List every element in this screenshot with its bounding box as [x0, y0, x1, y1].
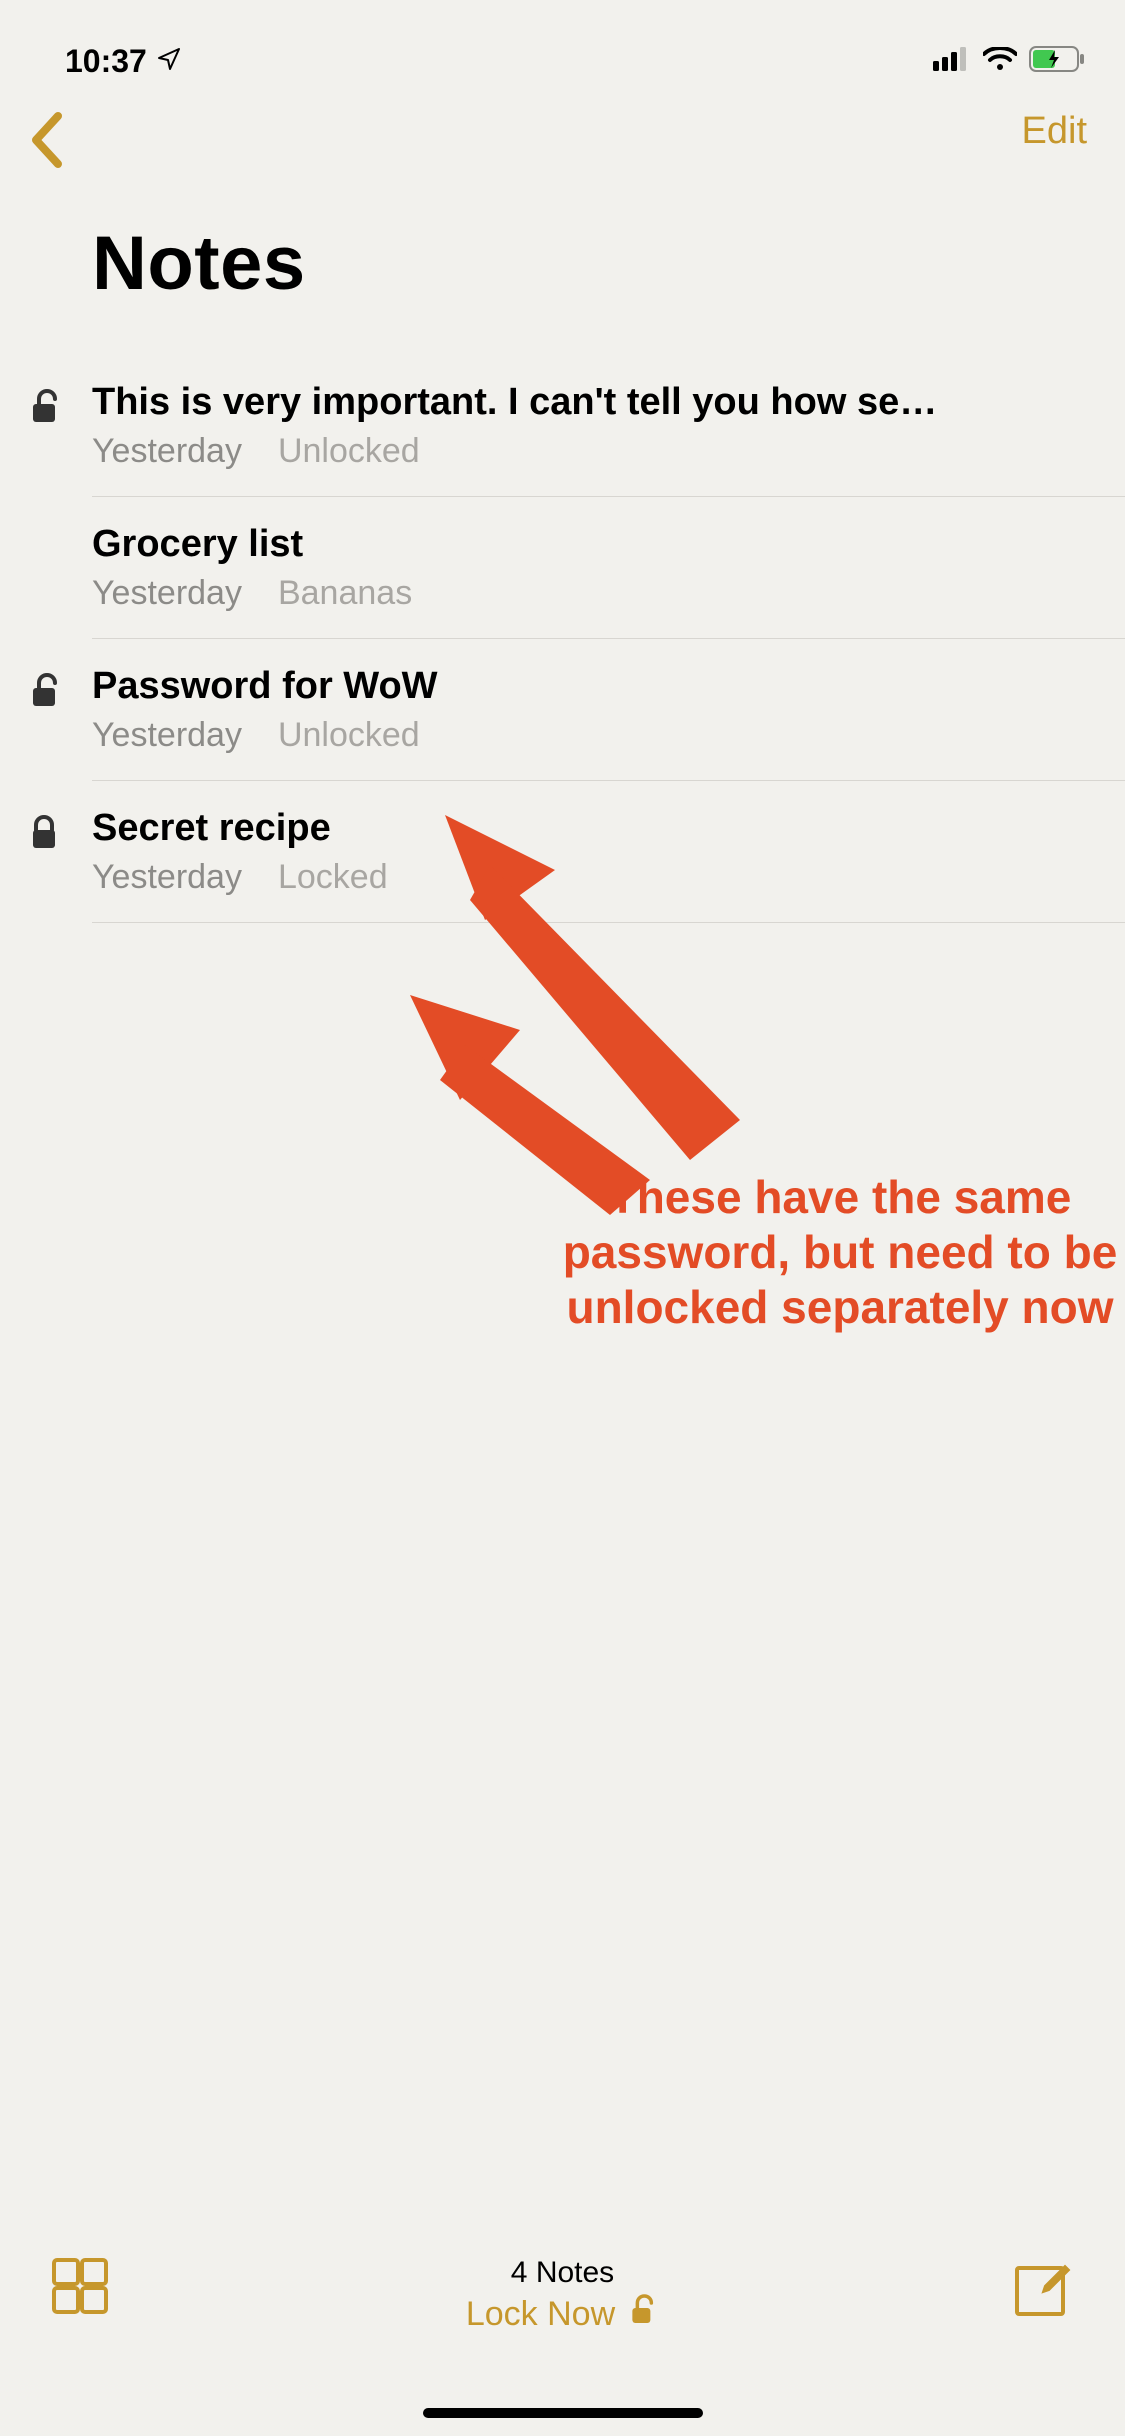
note-title: This is very important. I can't tell you… [92, 381, 1095, 424]
bottom-toolbar: 4 Notes Lock Now [0, 2236, 1125, 2436]
home-indicator[interactable] [423, 2408, 703, 2418]
unlocked-icon [30, 673, 64, 714]
note-title: Grocery list [92, 523, 1095, 566]
note-row[interactable]: This is very important. I can't tell you… [0, 355, 1125, 497]
location-icon [157, 47, 181, 76]
note-date: Yesterday [92, 858, 242, 897]
note-date: Yesterday [92, 574, 242, 613]
unlocked-icon [30, 389, 64, 430]
status-time: 10:37 [65, 43, 147, 80]
note-preview: Locked [278, 858, 388, 897]
notes-count: 4 Notes [466, 2256, 659, 2290]
note-date: Yesterday [92, 716, 242, 755]
lock-now-button[interactable]: Lock Now [466, 2294, 659, 2335]
lock-now-label: Lock Now [466, 2295, 615, 2334]
note-date: Yesterday [92, 432, 242, 471]
note-title: Password for WoW [92, 665, 1095, 708]
note-title: Secret recipe [92, 807, 1095, 850]
unlocked-icon [629, 2294, 659, 2335]
edit-button[interactable]: Edit [1022, 110, 1087, 153]
locked-icon [30, 815, 58, 856]
wifi-icon [983, 47, 1017, 76]
grid-view-button[interactable] [50, 2256, 110, 2321]
cellular-icon [933, 47, 971, 76]
back-button[interactable] [28, 110, 68, 170]
note-preview: Bananas [278, 574, 412, 613]
note-preview: Unlocked [278, 432, 420, 471]
battery-icon [1029, 46, 1085, 77]
page-title: Notes [0, 220, 1125, 307]
note-row[interactable]: Secret recipe Yesterday Locked [0, 781, 1125, 923]
status-bar: 10:37 [0, 0, 1125, 100]
compose-button[interactable] [1011, 2256, 1075, 2325]
note-preview: Unlocked [278, 716, 420, 755]
notes-list: This is very important. I can't tell you… [0, 355, 1125, 923]
annotation-text: These have the same password, but need t… [550, 1170, 1125, 1336]
note-row[interactable]: Grocery list Yesterday Bananas [0, 497, 1125, 639]
note-row[interactable]: Password for WoW Yesterday Unlocked [0, 639, 1125, 781]
nav-bar: Edit [0, 100, 1125, 230]
